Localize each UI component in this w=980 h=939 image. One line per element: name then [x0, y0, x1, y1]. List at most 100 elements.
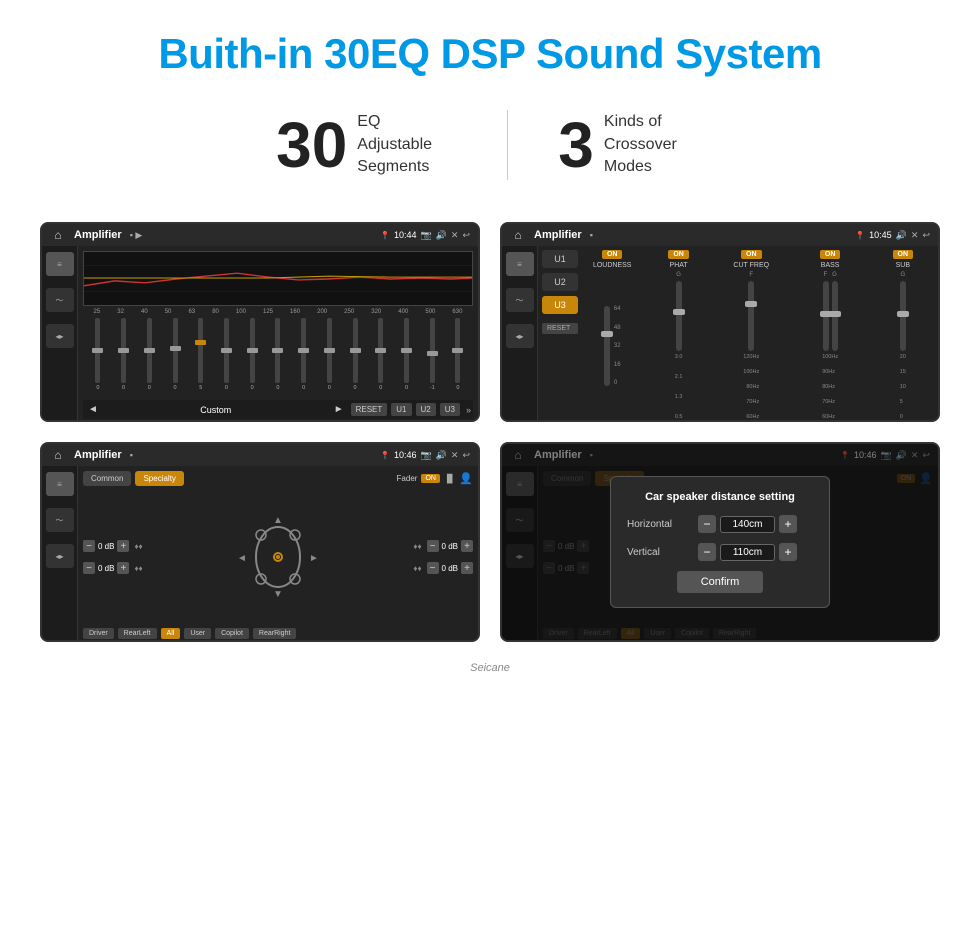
stat-crossover-number: 3 [558, 108, 594, 182]
cutfreq-toggle[interactable]: ON [741, 250, 762, 259]
crossover-sidebar: ≡ 〜 ◂▸ [502, 246, 538, 422]
front-left-plus[interactable]: + [117, 540, 129, 552]
home-icon[interactable]: ⌂ [50, 227, 66, 243]
page-title: Buith-in 30EQ DSP Sound System [0, 0, 980, 98]
eq-slider-10[interactable]: 0 [353, 318, 358, 391]
eq-sidebar-eq-btn[interactable]: ≡ [46, 252, 74, 276]
eq-reset-btn[interactable]: RESET [351, 403, 388, 416]
ch-cutfreq: ON CUT FREQ F 120Hz100Hz80Hz70Hz60Hz [714, 250, 789, 420]
eq-slider-4[interactable]: 5 [198, 318, 203, 391]
fader-slider-icon[interactable]: ▐▌ [444, 474, 455, 483]
eq-slider-5[interactable]: 0 [224, 318, 229, 391]
zone-copilot-btn[interactable]: Copilot [215, 628, 249, 639]
eq-slider-9[interactable]: 0 [327, 318, 332, 391]
crossover-home-icon[interactable]: ⌂ [510, 227, 526, 243]
zone-driver-btn[interactable]: Driver [83, 628, 114, 639]
horizontal-minus-btn[interactable]: − [698, 515, 716, 533]
front-left-minus[interactable]: − [83, 540, 95, 552]
crossover-vol-icon: 🔊 [896, 230, 907, 241]
specialty-home-icon[interactable]: ⌂ [50, 447, 66, 463]
horizontal-plus-btn[interactable]: + [779, 515, 797, 533]
eq-bottom-bar: ◄ Custom ► RESET U1 U2 U3 » [83, 400, 473, 419]
eq-slider-12[interactable]: 0 [404, 318, 409, 391]
cutfreq-label: CUT FREQ [733, 262, 769, 269]
rear-left-minus[interactable]: − [83, 562, 95, 574]
rear-left-plus[interactable]: + [117, 562, 129, 574]
eq-prev-btn[interactable]: ◄ [85, 404, 101, 415]
crossover-time: 10:45 [869, 230, 892, 240]
vertical-minus-btn[interactable]: − [698, 543, 716, 561]
specialty-location-icon: 📍 [380, 451, 390, 460]
crossover-screen: ⌂ Amplifier ▪ 📍 10:45 🔊 ✕ ↩ ≡ 〜 ◂▸ U1 [500, 222, 940, 422]
eq-camera-icon: 📷 [420, 230, 431, 241]
specialty-specialty-tab[interactable]: Specialty [135, 471, 183, 486]
ch-sub: ON SUB G 20151050 [872, 250, 934, 420]
eq-u3-btn[interactable]: U3 [440, 403, 460, 416]
dialog-screen: ⌂ Amplifier ▪ 📍 10:46 📷 🔊 ✕ ↩ ≡ 〜 ◂▸ Co [500, 442, 940, 642]
eq-slider-6[interactable]: 0 [250, 318, 255, 391]
eq-slider-0[interactable]: 0 [95, 318, 100, 391]
crossover-u2-btn[interactable]: U2 [542, 273, 578, 291]
vertical-label: Vertical [627, 547, 692, 558]
sub-sliders [900, 281, 906, 351]
horizontal-row: Horizontal − 140cm + [627, 515, 813, 533]
specialty-record-icon: ▪ [130, 450, 133, 460]
zone-rearright-btn[interactable]: RearRight [253, 628, 297, 639]
eq-location-icon: 📍 [380, 231, 390, 240]
zone-all-btn[interactable]: All [161, 628, 181, 639]
crossover-location-icon: 📍 [855, 231, 865, 240]
specialty-common-tab[interactable]: Common [83, 471, 131, 486]
eq-slider-2[interactable]: 0 [147, 318, 152, 391]
vertical-plus-btn[interactable]: + [779, 543, 797, 561]
fader-on-toggle[interactable]: ON [421, 474, 440, 483]
confirm-button[interactable]: Confirm [677, 571, 764, 593]
eq-slider-1[interactable]: 0 [121, 318, 126, 391]
front-right-db: ♦♦ − 0 dB + [413, 540, 473, 552]
eq-u1-btn[interactable]: U1 [391, 403, 411, 416]
specialty-x-icon: ✕ [451, 450, 459, 461]
sub-toggle[interactable]: ON [893, 250, 914, 259]
phat-toggle[interactable]: ON [668, 250, 689, 259]
specialty-status-bar: ⌂ Amplifier ▪ 📍 10:46 📷 🔊 ✕ ↩ [42, 444, 478, 466]
eq-back-icon[interactable]: ↩ [462, 230, 470, 241]
eq-sidebar-wave-btn[interactable]: 〜 [46, 288, 74, 312]
left-db-controls: − 0 dB + ♦♦ − 0 dB + ♦♦ [83, 540, 143, 574]
eq-u2-btn[interactable]: U2 [416, 403, 436, 416]
dialog-confirm-area: Confirm [627, 571, 813, 593]
eq-slider-11[interactable]: 0 [378, 318, 383, 391]
specialty-sidebar-eq-btn[interactable]: ≡ [46, 472, 74, 496]
crossover-sidebar-eq-btn[interactable]: ≡ [506, 252, 534, 276]
stat-eq: 30 EQ AdjustableSegments [226, 108, 507, 182]
eq-slider-14[interactable]: 0 [455, 318, 460, 391]
eq-screen-body: ≡ 〜 ◂▸ [42, 246, 478, 422]
eq-sliders: 0 0 0 [83, 318, 473, 397]
specialty-sidebar-vol-btn[interactable]: ◂▸ [46, 544, 74, 568]
eq-scroll-right[interactable]: » [466, 405, 471, 415]
rear-right-plus[interactable]: + [461, 562, 473, 574]
loudness-toggle[interactable]: ON [602, 250, 623, 259]
front-right-minus[interactable]: − [427, 540, 439, 552]
eq-slider-7[interactable]: 0 [275, 318, 280, 391]
crossover-reset-btn[interactable]: RESET [542, 323, 578, 334]
crossover-u3-btn[interactable]: U3 [542, 296, 578, 314]
bass-toggle[interactable]: ON [820, 250, 841, 259]
eq-slider-3[interactable]: 0 [173, 318, 178, 391]
specialty-sidebar-wave-btn[interactable]: 〜 [46, 508, 74, 532]
crossover-back-icon[interactable]: ↩ [922, 230, 930, 241]
dialog-title: Car speaker distance setting [627, 491, 813, 503]
zone-rearleft-btn[interactable]: RearLeft [118, 628, 157, 639]
eq-slider-13[interactable]: -1 [430, 318, 435, 391]
crossover-sidebar-wave-btn[interactable]: 〜 [506, 288, 534, 312]
zone-user-btn[interactable]: User [184, 628, 211, 639]
front-right-plus[interactable]: + [461, 540, 473, 552]
rear-right-minus[interactable]: − [427, 562, 439, 574]
eq-sidebar-vol-btn[interactable]: ◂▸ [46, 324, 74, 348]
crossover-sidebar-vol-btn[interactable]: ◂▸ [506, 324, 534, 348]
eq-next-btn[interactable]: ► [331, 404, 347, 415]
specialty-back-icon[interactable]: ↩ [462, 450, 470, 461]
eq-slider-8[interactable]: 0 [301, 318, 306, 391]
watermark: Seicane [0, 662, 980, 679]
crossover-u1-btn[interactable]: U1 [542, 250, 578, 268]
eq-volume-icon: 🔊 [436, 230, 447, 241]
fader-user-icon[interactable]: 👤 [459, 472, 473, 485]
